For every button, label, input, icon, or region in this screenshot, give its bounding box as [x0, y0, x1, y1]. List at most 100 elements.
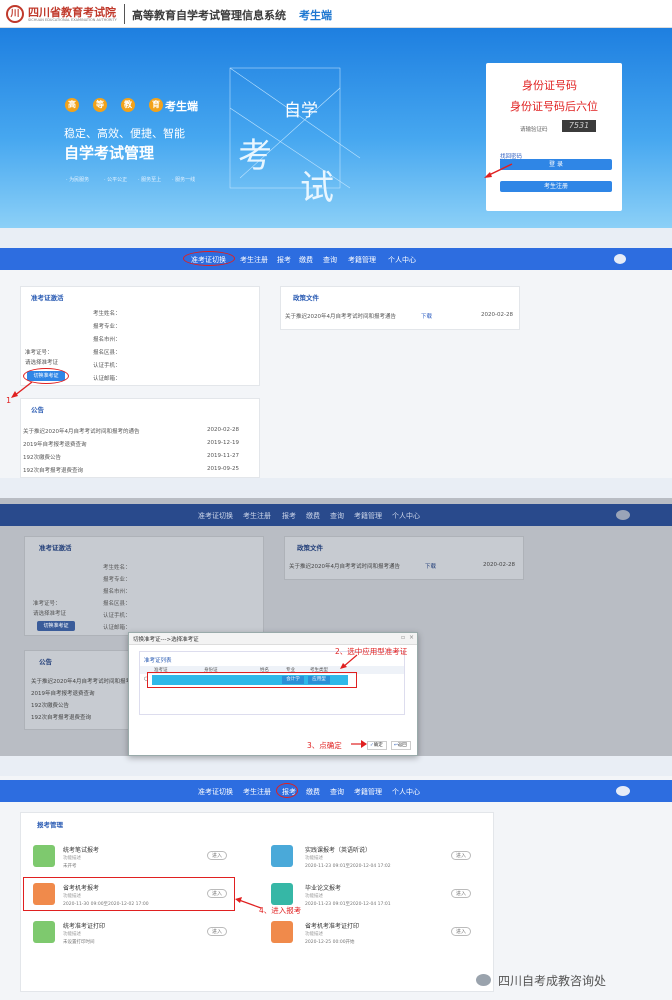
doc-item[interactable]: 关于推迟2020年4月自考考试时间和报考通告	[289, 562, 400, 570]
docs-title: 政策文件	[293, 294, 319, 302]
avatar[interactable]	[616, 786, 630, 796]
main-nav: 准考证切换 考生注册 报考 缴费 查询 考籍管理 个人中心	[0, 248, 672, 270]
nav-switch-ticket[interactable]: 准考证切换	[198, 787, 233, 797]
notice-item[interactable]: 2019年自考报考退费查询	[31, 689, 95, 697]
annotation-step3: 3、点确定	[307, 741, 342, 750]
reg-item-name: 实践课报考（英语听说）	[305, 847, 372, 854]
switch-ticket-button[interactable]: 切换准考证	[37, 621, 75, 631]
doc-download-link[interactable]: 下载	[425, 562, 436, 570]
annotation-box	[23, 877, 235, 911]
org-name-en: SICHUAN EDUCATIONAL EXAMINATION AUTHORIT…	[28, 18, 117, 22]
nav-pay[interactable]: 缴费	[306, 511, 320, 521]
banner-slogan: 稳定、高效、便捷、智能	[64, 127, 185, 140]
avatar[interactable]	[614, 254, 626, 264]
badge-char: 教	[121, 98, 135, 112]
enter-button[interactable]: 进入	[451, 889, 471, 898]
avatar[interactable]	[616, 510, 630, 520]
annotation-step4: 4、进入报考	[259, 906, 302, 915]
field-label: 报名市州：	[93, 337, 121, 343]
reg-item-name: 省考机考准考证打印	[305, 923, 360, 930]
enter-button[interactable]: 进入	[451, 927, 471, 936]
confirm-label: 确定	[373, 743, 383, 748]
docs-box-dimmed: 政策文件 关于推迟2020年4月自考考试时间和报考通告 下载 2020-02-2…	[284, 536, 524, 580]
ticket-list-panel: 准考证列表 准考证 身份证 姓名 专业 考生类型 ○ 会计学 应用型	[139, 651, 405, 715]
nav-pay[interactable]: 缴费	[306, 787, 320, 797]
nav-register[interactable]: 考生注册	[243, 511, 271, 521]
dialog-close-icon[interactable]: ×	[409, 634, 414, 641]
docs-title: 政策文件	[297, 544, 323, 552]
confirm-button[interactable]: ✓确定	[367, 741, 387, 750]
reg-item-desc: 功能描述	[305, 894, 323, 899]
nav-pay[interactable]: 缴费	[299, 255, 313, 265]
banner-main-title: 自学考试管理	[64, 144, 155, 162]
doc-download-link[interactable]: 下载	[421, 312, 432, 320]
nav-apply[interactable]: 报考	[277, 255, 291, 265]
practice-icon	[271, 845, 293, 867]
nav-register[interactable]: 考生注册	[243, 787, 271, 797]
login-button[interactable]: 登 录	[500, 159, 612, 170]
nav-query[interactable]: 查询	[330, 511, 344, 521]
reg-item-desc: 功能描述	[305, 856, 323, 861]
nav-apply[interactable]: 报考	[282, 511, 296, 521]
nav-profile[interactable]: 个人中心	[392, 787, 420, 797]
activation-box-dimmed: 准考证激活 考生姓名： 报考专业： 报名市州： 报名区县： 认证手机： 认证邮箱…	[24, 536, 264, 636]
registration-screenshot: 准考证切换 考生注册 报考 缴费 查询 考籍管理 个人中心 报考管理 统考笔试报…	[0, 776, 672, 1000]
field-label: 报考专业：	[93, 324, 121, 330]
doc-item[interactable]: 关于推迟2020年4月自考考试时间和报考通告	[285, 312, 396, 320]
notice-item[interactable]: 192次缴费公告	[23, 453, 61, 461]
back-button[interactable]: ↩返回	[391, 741, 411, 750]
thesis-icon	[271, 883, 293, 905]
reg-item-name: 统考笔试报考	[63, 847, 100, 854]
banner-deco-text: 自学	[284, 101, 318, 121]
captcha-image[interactable]: 7531	[562, 120, 596, 132]
register-button[interactable]: 考生注册	[500, 181, 612, 192]
notice-item[interactable]: 2019年自考报考退费查询	[23, 440, 87, 448]
banner-tag: · 服务一线	[172, 177, 196, 183]
org-logo-icon: 川	[6, 5, 24, 23]
ticket-label: 准考证号：	[25, 350, 53, 356]
ticket-label: 准考证号：	[33, 601, 61, 607]
banner-deco-text: 考	[238, 136, 272, 176]
reg-item-status: 未设置打印时间	[63, 940, 95, 945]
captcha-label: 请输验证码	[520, 127, 548, 133]
notice-item[interactable]: 关于推迟2020年4月自考考试时间和报考的通告	[23, 427, 140, 435]
enter-button[interactable]: 进入	[207, 927, 227, 936]
dialog-maximize-icon[interactable]: ▫	[401, 634, 405, 641]
notice-date: 2020-02-28	[207, 427, 239, 433]
docs-box: 政策文件 关于推迟2020年4月自考考试时间和报考通告 下载 2020-02-2…	[280, 286, 520, 330]
field-label: 报名区县：	[93, 350, 121, 356]
nav-records[interactable]: 考籍管理	[354, 511, 382, 521]
nav-profile[interactable]: 个人中心	[392, 511, 420, 521]
reg-item-status: 2020-12-25 00:00开始	[305, 940, 355, 945]
nav-records[interactable]: 考籍管理	[354, 787, 382, 797]
ticket-list-title: 准考证列表	[144, 658, 172, 664]
activation-title: 准考证激活	[31, 294, 64, 302]
nav-profile[interactable]: 个人中心	[388, 255, 416, 265]
annotation-box	[147, 672, 357, 688]
field-label: 认证手机：	[93, 363, 121, 369]
notices-title: 公告	[39, 658, 52, 666]
dialog-screenshot: 准考证切换 考生注册 报考 缴费 查询 考籍管理 个人中心 准考证激活 考生姓名…	[0, 498, 672, 756]
notice-item[interactable]: 192次自考报考退费查询	[31, 713, 91, 721]
annotation-id: 身份证号码	[522, 79, 577, 92]
enter-button[interactable]: 进入	[451, 851, 471, 860]
field-label: 报名市州：	[103, 589, 131, 595]
badge-char: 高	[65, 98, 79, 112]
nav-switch-ticket[interactable]: 准考证切换	[198, 511, 233, 521]
pen-icon	[33, 845, 55, 867]
enter-button[interactable]: 进入	[207, 851, 227, 860]
computer-print-icon	[271, 921, 293, 943]
nav-records[interactable]: 考籍管理	[348, 255, 376, 265]
banner-deco-text: 试	[300, 168, 334, 208]
notice-date: 2019-12-19	[207, 440, 239, 446]
notice-item[interactable]: 192次缴费公告	[31, 701, 69, 709]
annotation-arrow-icon	[11, 381, 33, 398]
banner-tag: · 服务至上	[138, 177, 162, 183]
annotation-arrow-icon	[351, 740, 367, 748]
notices-box: 公告 关于推迟2020年4月自考考试时间和报考的通告 2020-02-28 20…	[20, 398, 260, 478]
nav-query[interactable]: 查询	[330, 787, 344, 797]
notice-item[interactable]: 192次自考报考退费查询	[23, 466, 83, 474]
annotation-circle	[276, 783, 298, 798]
nav-register[interactable]: 考生注册	[240, 255, 268, 265]
nav-query[interactable]: 查询	[323, 255, 337, 265]
